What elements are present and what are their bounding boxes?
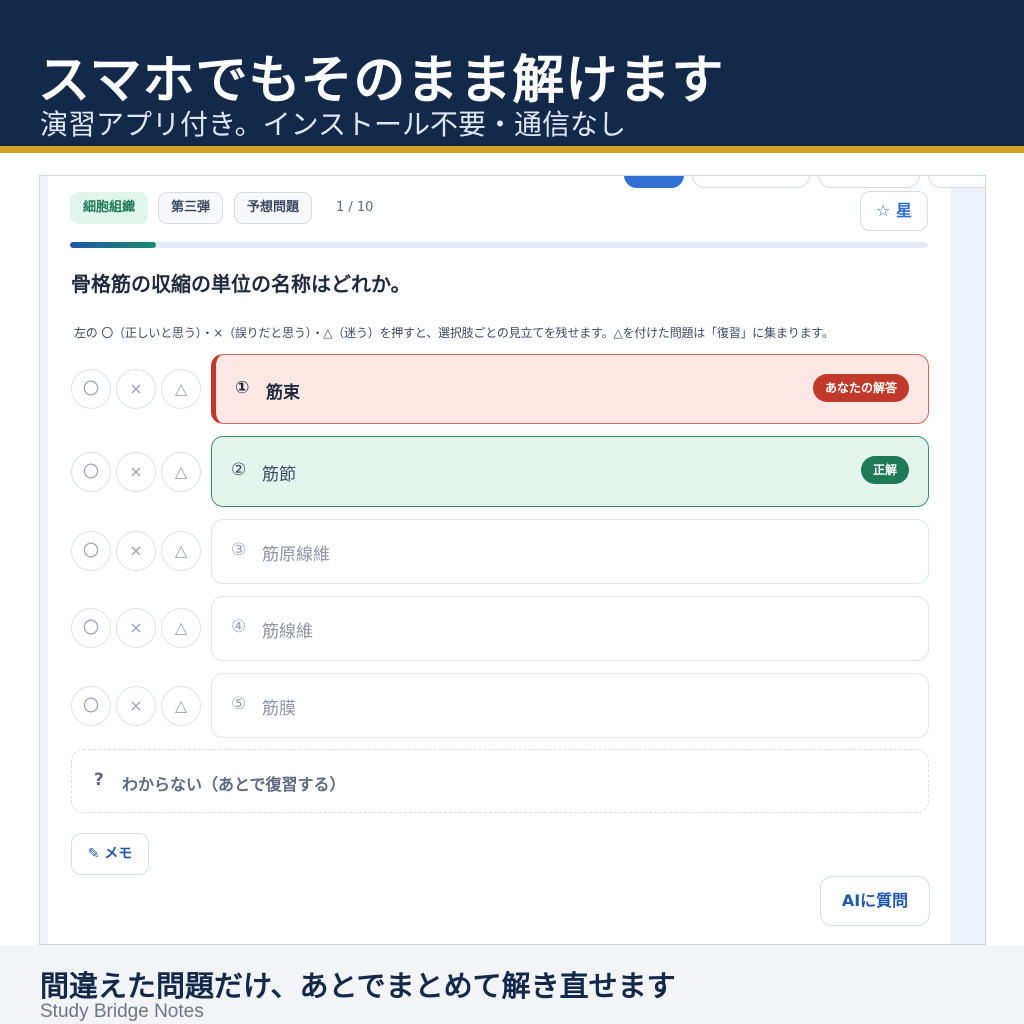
mark-circle-button[interactable]: 〇 [71,686,111,726]
banner-subtitle: 演習アプリ付き。インストール不要・通信なし [40,108,627,141]
promo-footer: 間違えた問題だけ、あとでまとめて解き直せます Study Bridge Note… [0,945,1024,1024]
progress-fill [70,242,156,248]
brand-name: Study Bridge Notes [40,1001,204,1022]
mark-triangle-button[interactable]: △ [161,531,201,571]
promo-banner: スマホでもそのまま解けます 演習アプリ付き。インストール不要・通信なし [0,0,1024,146]
option-4[interactable]: ④ 筋線維 [211,596,929,661]
banner-title: スマホでもそのまま解けます [38,51,725,111]
option-5[interactable]: ⑤ 筋膜 [211,673,929,738]
category-chip[interactable]: 細胞組織 [70,192,149,224]
option-1[interactable]: ① 筋束 あなたの解答 [211,354,929,424]
option-label: 筋束 [266,383,300,403]
option-2[interactable]: ② 筋節 正解 [211,436,929,507]
mark-cross-button[interactable]: × [116,531,156,571]
your-answer-badge: あなたの解答 [812,374,909,402]
ask-ai-button[interactable]: AIに質問 [820,876,930,926]
top-tab[interactable] [928,176,985,188]
star-button[interactable]: ☆ 星 [860,191,928,231]
mark-triangle-button[interactable]: △ [161,369,201,409]
instruction-text: 左の 〇（正しいと思う）・×（誤りだと思う）・△（迷う）を押すと、選択肢ごとの見… [74,326,834,340]
option-label: 筋節 [262,465,296,485]
option-label: 筋線維 [262,622,313,642]
series-chip[interactable]: 第三弾 [158,192,224,224]
option-number: ② [231,460,247,480]
footer-title: 間違えた問題だけ、あとでまとめて解き直せます [40,969,676,1003]
dont-know-option[interactable]: ? わからない（あとで復習する） [71,749,929,813]
banner-divider [0,146,1024,153]
correct-badge: 正解 [860,456,909,484]
frame-scroll-gutter [951,186,985,944]
dont-know-label: わからない（あとで復習する） [122,775,346,794]
top-tab-active[interactable] [624,176,684,188]
frame-edge [40,176,48,944]
mark-cross-button[interactable]: × [116,608,156,648]
app-screenshot: 細胞組織 第三弾 予想問題 1 / 10 ☆ 星 骨格筋の収縮の単位の名称はどれ… [39,175,986,945]
mark-circle-button[interactable]: 〇 [71,608,111,648]
mark-cross-button[interactable]: × [116,452,156,492]
option-number: ④ [231,617,247,637]
option-label: 筋原線維 [262,545,330,565]
memo-button[interactable]: ✎ メモ [71,833,149,875]
mark-circle-button[interactable]: 〇 [71,369,111,409]
progress-bar [70,242,928,248]
option-3[interactable]: ③ 筋原線維 [211,519,929,584]
mark-cross-button[interactable]: × [116,686,156,726]
question-counter: 1 / 10 [336,200,374,215]
mark-triangle-button[interactable]: △ [161,686,201,726]
option-number: ③ [231,540,247,560]
top-tab[interactable] [692,176,810,188]
mark-circle-button[interactable]: 〇 [71,531,111,571]
option-number: ① [235,378,250,398]
mark-cross-button[interactable]: × [116,369,156,409]
mark-triangle-button[interactable]: △ [161,608,201,648]
mark-circle-button[interactable]: 〇 [71,452,111,492]
type-chip[interactable]: 予想問題 [234,192,313,224]
question-text: 骨格筋の収縮の単位の名称はどれか。 [71,272,411,296]
question-mark-icon: ? [94,770,104,790]
top-tab[interactable] [818,176,920,188]
mark-triangle-button[interactable]: △ [161,452,201,492]
option-number: ⑤ [231,694,247,714]
option-label: 筋膜 [262,699,296,719]
